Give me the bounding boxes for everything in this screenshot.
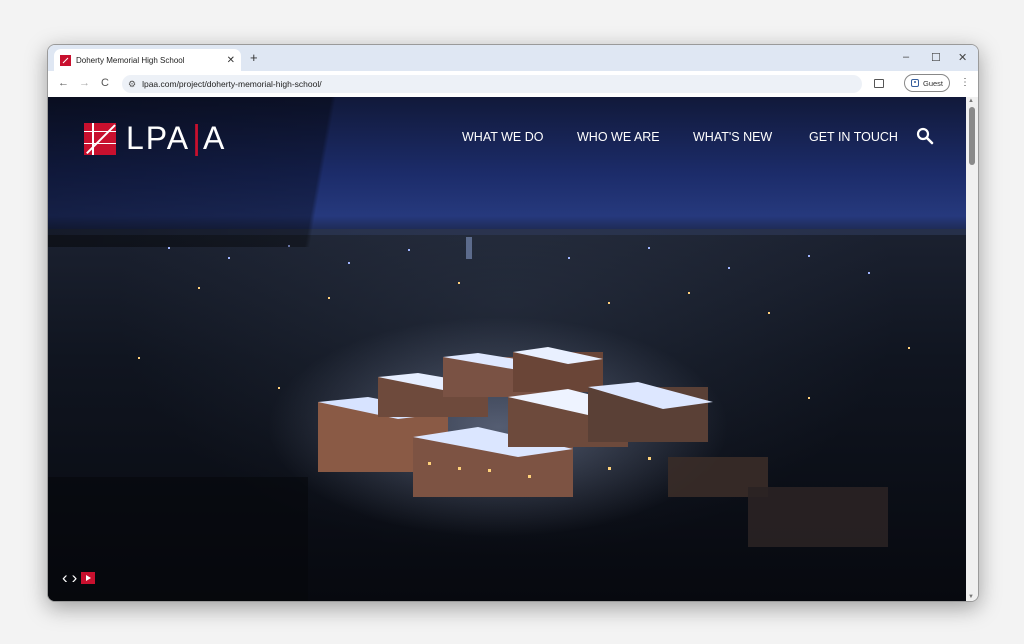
nav-whats-new[interactable]: WHAT'S NEW — [693, 130, 772, 144]
page-viewport: LPA | A WHAT WE DO WHO WE ARE WHAT'S NEW… — [48, 97, 966, 601]
back-button[interactable]: ← — [58, 77, 69, 89]
close-window-button[interactable]: ✕ — [958, 51, 967, 64]
nav-get-in-touch[interactable]: GET IN TOUCH — [809, 130, 898, 144]
profile-label: Guest — [922, 78, 943, 88]
tab-close-icon[interactable]: ✕ — [227, 55, 235, 66]
slider-prev-icon[interactable]: ‹ — [62, 569, 68, 586]
tab-strip: Doherty Memorial High School ✕ + – ☐ ✕ — [48, 45, 978, 71]
site-logo[interactable]: LPA | A — [84, 119, 226, 158]
forward-button[interactable]: → — [79, 77, 90, 89]
site-settings-icon[interactable]: ⚙ — [128, 79, 136, 90]
browser-window: Doherty Memorial High School ✕ + – ☐ ✕ ←… — [47, 44, 979, 602]
slider-next-icon[interactable]: › — [72, 569, 78, 586]
new-tab-button[interactable]: + — [250, 50, 258, 65]
maximize-button[interactable]: ☐ — [931, 51, 941, 64]
profile-button[interactable]: Guest — [904, 74, 950, 92]
nav-what-we-do[interactable]: WHAT WE DO — [462, 130, 543, 144]
logo-separator: | — [192, 119, 201, 157]
page-scrollbar[interactable]: ▲ ▼ — [966, 97, 978, 601]
tab-title: Doherty Memorial High School — [76, 55, 185, 65]
tab-active[interactable]: Doherty Memorial High School ✕ — [54, 49, 241, 71]
lpa-logo-icon — [84, 122, 116, 155]
browser-menu-icon[interactable]: ⋮ — [960, 77, 970, 88]
minimize-button[interactable]: – — [903, 51, 909, 63]
scroll-up-icon[interactable]: ▲ — [968, 98, 974, 104]
scrollbar-thumb[interactable] — [969, 107, 975, 165]
browser-toolbar: ← → C ⚙ lpaa.com/project/doherty-memoria… — [48, 71, 978, 97]
lpa-favicon-icon — [60, 54, 71, 66]
logo-text-right: A — [202, 120, 227, 156]
cast-icon[interactable] — [874, 79, 884, 88]
video-play-icon[interactable] — [81, 571, 96, 584]
address-bar[interactable]: ⚙ lpaa.com/project/doherty-memorial-high… — [122, 75, 862, 93]
logo-text-left: LPA — [126, 120, 191, 156]
profile-icon — [910, 79, 919, 87]
nav-who-we-are[interactable]: WHO WE ARE — [577, 130, 660, 144]
slider-controls: ‹ › — [62, 569, 96, 586]
reload-button[interactable]: C — [101, 77, 109, 89]
search-icon[interactable] — [916, 127, 934, 145]
scroll-down-icon[interactable]: ▼ — [968, 594, 974, 600]
url-text[interactable]: lpaa.com/project/doherty-memorial-high-s… — [142, 79, 322, 89]
